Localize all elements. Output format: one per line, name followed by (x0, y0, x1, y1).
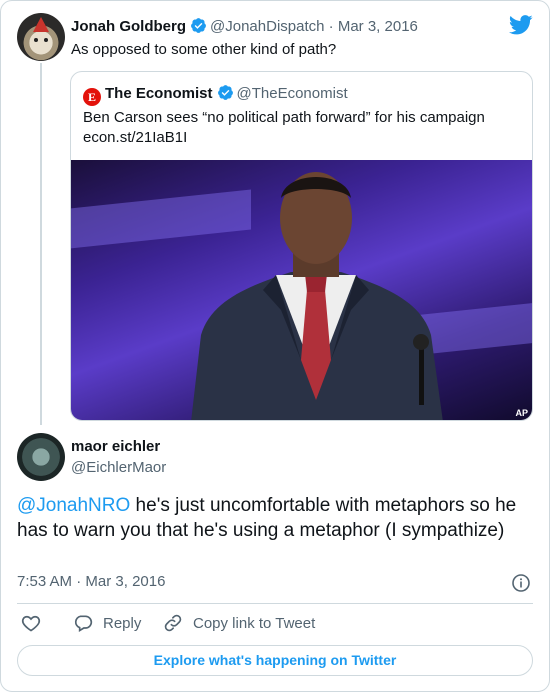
photo-subject (191, 172, 443, 420)
avatar[interactable] (17, 13, 65, 61)
info-icon[interactable] (511, 573, 531, 593)
like-button[interactable] (21, 613, 41, 633)
copy-link-label: Copy link to Tweet (193, 614, 316, 632)
thread-connector (40, 63, 42, 425)
explore-twitter-button[interactable]: Explore what's happening on Twitter (17, 645, 533, 676)
tweet-embed-card: Jonah Goldberg @JonahDispatch · Mar 3, 20… (0, 0, 550, 692)
quoted-tweet-line: Ben Carson sees “no political path forwa… (83, 109, 485, 126)
mention-link[interactable]: @JonahNRO (17, 495, 130, 516)
tweet-text: @JonahNRO he's just uncomfortable with m… (17, 493, 537, 543)
avatar-hat (33, 17, 49, 32)
tweet-date[interactable]: Mar 3, 2016 (338, 18, 418, 35)
quoted-tweet-link[interactable]: econ.st/21IaB1I (83, 128, 523, 148)
avatar[interactable] (17, 433, 65, 481)
parent-tweet-header: Jonah Goldberg @JonahDispatch · Mar 3, 20… (71, 18, 418, 35)
reply-label: Reply (103, 614, 142, 632)
author-handle[interactable]: @EichlerMaor (71, 459, 166, 476)
tweet-actions: Reply Copy link to Tweet (17, 613, 533, 637)
twitter-bird-icon[interactable] (509, 15, 533, 35)
quoted-author-handle[interactable]: @TheEconomist (237, 85, 348, 102)
author-name[interactable]: maor eichler (71, 438, 160, 455)
author-handle[interactable]: @JonahDispatch (210, 18, 324, 35)
quoted-author-name[interactable]: The Economist (105, 85, 213, 102)
quoted-tweet[interactable]: E The Economist @TheEconomist Ben Carson s… (70, 71, 533, 421)
copy-link-button[interactable]: Copy link to Tweet (163, 613, 315, 633)
quoted-tweet-header: E The Economist @TheEconomist (83, 84, 348, 106)
economist-logo: E (83, 88, 101, 106)
tweet-timestamp[interactable]: 7:53 AM · Mar 3, 2016 (17, 573, 165, 590)
reply-button[interactable]: Reply (73, 613, 141, 633)
heart-icon (21, 615, 41, 632)
tweet-text: As opposed to some other kind of path? (71, 41, 337, 58)
reply-tweet-header: maor eichler @EichlerMaor (17, 433, 537, 483)
author-name[interactable]: Jonah Goldberg (71, 18, 186, 35)
quoted-tweet-photo[interactable]: AP (71, 160, 532, 420)
divider (17, 603, 533, 604)
quoted-tweet-text: Ben Carson sees “no political path forwa… (83, 108, 523, 148)
verified-badge-icon (217, 85, 233, 100)
verified-badge-icon (191, 18, 206, 33)
photo-credit: AP (515, 408, 528, 418)
link-icon (164, 614, 182, 632)
reply-bubble-icon (74, 615, 93, 632)
